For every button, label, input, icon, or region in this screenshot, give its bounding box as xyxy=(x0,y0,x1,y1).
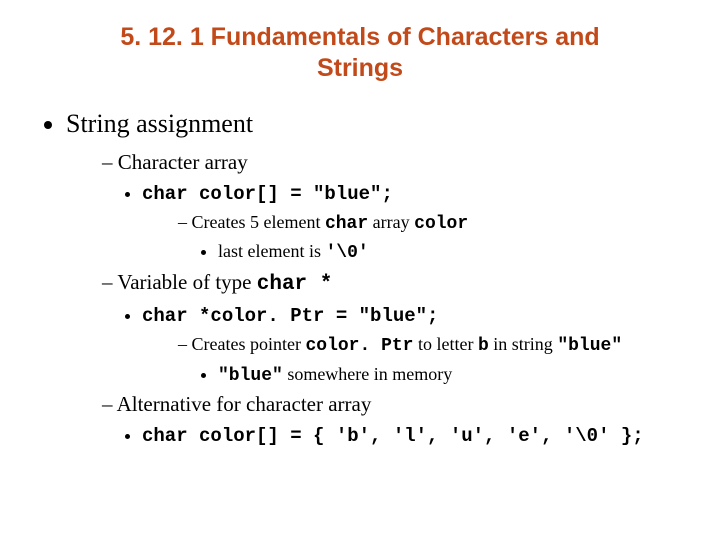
bullet-list-level5: last element is '\0' xyxy=(178,240,680,266)
text: in string xyxy=(489,334,558,354)
text: to letter xyxy=(414,334,478,354)
code-text: '\0' xyxy=(325,243,368,263)
bullet-text: String assignment xyxy=(66,109,253,138)
code-text: char * xyxy=(257,273,333,296)
slide: 5. 12. 1 Fundamentals of Characters and … xyxy=(0,0,720,540)
bullet-list-level4: Creates 5 element char array color last … xyxy=(142,211,680,267)
code-text: color xyxy=(414,214,468,234)
code-text: "blue" xyxy=(557,336,622,356)
bullet-variable-char-star: Variable of type char * char *color. Ptr… xyxy=(102,269,680,388)
code-text: b xyxy=(478,336,489,356)
bullet-code-initializer-list: char color[] = { 'b', 'l', 'u', 'e', '\0… xyxy=(142,423,680,449)
bullet-list-level3: char *color. Ptr = "blue"; Creates point… xyxy=(102,303,680,389)
code-text: char xyxy=(325,214,368,234)
bullet-list-level5: "blue" somewhere in memory xyxy=(178,363,680,389)
code-text: char *color. Ptr = "blue"; xyxy=(142,305,438,327)
bullet-list-level3: char color[] = { 'b', 'l', 'u', 'e', '\0… xyxy=(102,423,680,449)
slide-title: 5. 12. 1 Fundamentals of Characters and … xyxy=(80,22,640,85)
text: somewhere in memory xyxy=(283,364,452,384)
bullet-creates-pointer: Creates pointer color. Ptr to letter b i… xyxy=(178,333,680,389)
text: array xyxy=(368,212,414,232)
bullet-alternative: Alternative for character array char col… xyxy=(102,391,680,449)
text: Variable of type xyxy=(117,270,256,294)
bullet-character-array: Character array char color[] = "blue"; C… xyxy=(102,149,680,266)
bullet-last-element: last element is '\0' xyxy=(218,240,680,266)
code-text: char color[] = "blue"; xyxy=(142,183,393,205)
bullet-blue-in-memory: "blue" somewhere in memory xyxy=(218,363,680,389)
code-text: "blue" xyxy=(218,366,283,386)
code-text: color. Ptr xyxy=(305,336,413,356)
bullet-text: Alternative for character array xyxy=(117,392,372,416)
bullet-code-char-color: char color[] = "blue"; Creates 5 element… xyxy=(142,181,680,267)
text: last element is xyxy=(218,241,325,261)
bullet-text: Character array xyxy=(118,150,248,174)
bullet-creates-5-element: Creates 5 element char array color last … xyxy=(178,211,680,267)
bullet-list-level2: Character array char color[] = "blue"; C… xyxy=(66,149,680,449)
bullet-string-assignment: String assignment Character array char c… xyxy=(66,107,680,450)
bullet-list-level1: String assignment Character array char c… xyxy=(40,107,680,450)
bullet-list-level4: Creates pointer color. Ptr to letter b i… xyxy=(142,333,680,389)
text: Creates pointer xyxy=(192,334,306,354)
text: Creates 5 element xyxy=(192,212,325,232)
bullet-code-char-ptr: char *color. Ptr = "blue"; Creates point… xyxy=(142,303,680,389)
code-text: char color[] = { 'b', 'l', 'u', 'e', '\0… xyxy=(142,425,644,447)
bullet-list-level3: char color[] = "blue"; Creates 5 element… xyxy=(102,181,680,267)
